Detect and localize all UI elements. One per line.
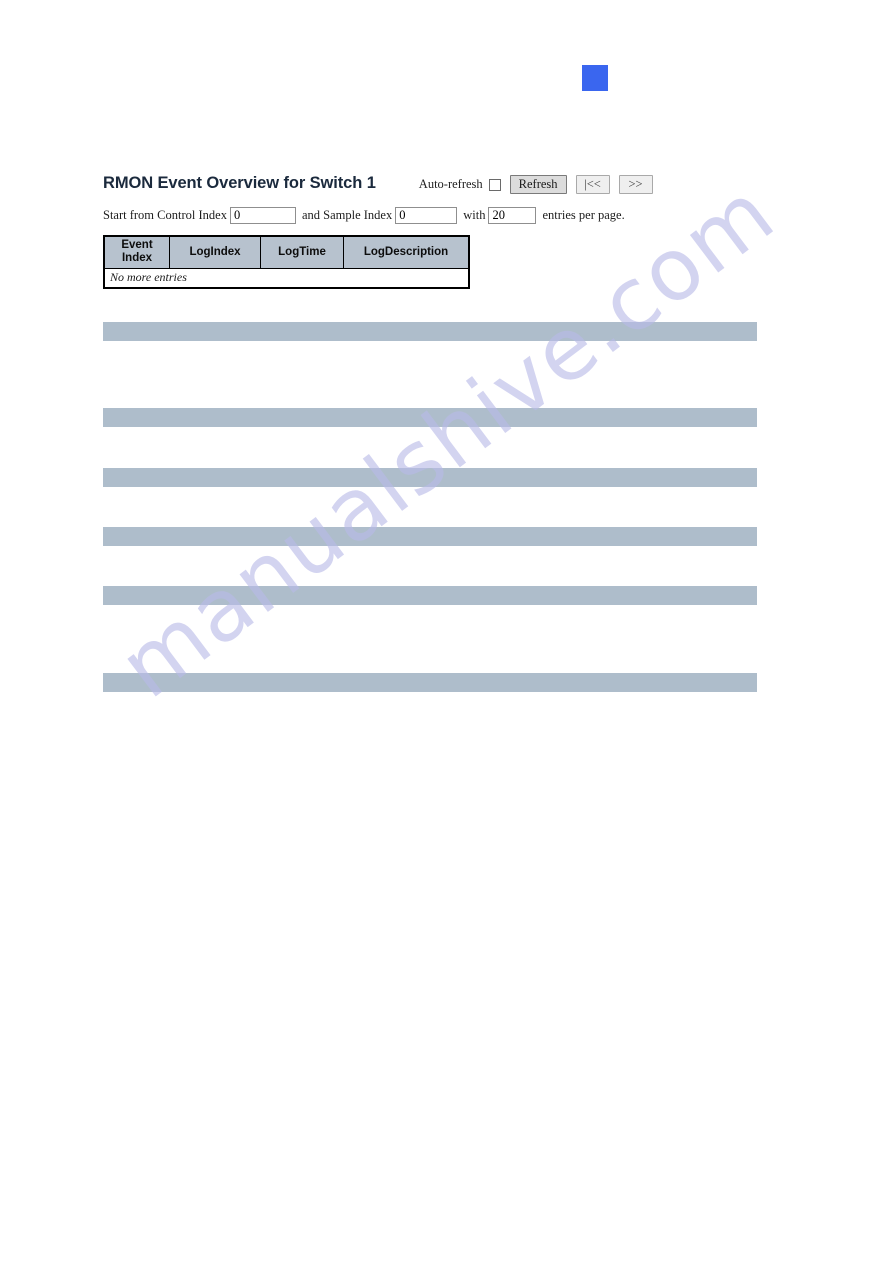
page-title: RMON Event Overview for Switch 1 [103, 173, 376, 192]
redacted-text-bar [103, 322, 757, 341]
rmon-event-overview-panel: RMON Event Overview for Switch 1 Auto-re… [103, 170, 793, 289]
table-header-row: Event Index LogIndex LogTime LogDescripti… [103, 235, 470, 269]
blue-square-marker [582, 65, 608, 91]
redacted-text-bar [103, 586, 757, 605]
column-header-event-index[interactable]: Event Index [103, 235, 170, 269]
redacted-text-bar [103, 468, 757, 487]
redacted-text-bar [103, 408, 757, 427]
table-empty-row: No more entries [103, 268, 470, 289]
with-label: with [463, 208, 486, 222]
column-header-log-description[interactable]: LogDescription [343, 235, 470, 269]
auto-refresh-label: Auto-refresh [418, 177, 483, 191]
column-header-log-time[interactable]: LogTime [260, 235, 344, 269]
next-page-button[interactable]: >> [618, 175, 653, 194]
refresh-button[interactable]: Refresh [509, 175, 567, 194]
entries-per-page-input[interactable] [488, 207, 537, 224]
empty-message: No more entries [103, 268, 470, 289]
auto-refresh-checkbox[interactable] [488, 178, 501, 191]
entries-per-page-label: entries per page. [542, 208, 625, 222]
table-body: No more entries [103, 268, 470, 289]
first-page-button[interactable]: |<< [575, 175, 610, 194]
redacted-text-bar [103, 673, 757, 692]
toolbar: Auto-refresh Refresh |<< >> [419, 175, 653, 194]
start-from-control-index-label: Start from Control Index [103, 208, 227, 222]
event-index-line2: Index [121, 252, 153, 264]
and-sample-index-label: and Sample Index [301, 208, 393, 222]
panel-header: RMON Event Overview for Switch 1 Auto-re… [103, 170, 793, 196]
rmon-event-table: Event Index LogIndex LogTime LogDescripti… [103, 235, 470, 289]
table-head: Event Index LogIndex LogTime LogDescripti… [103, 235, 470, 269]
redacted-text-bar [103, 527, 757, 546]
filter-controls: Start from Control Index and Sample Inde… [103, 207, 793, 224]
event-index-line1: Event [121, 239, 153, 251]
column-header-log-index[interactable]: LogIndex [169, 235, 261, 269]
sample-index-input[interactable] [395, 207, 458, 224]
control-index-input[interactable] [229, 207, 296, 224]
